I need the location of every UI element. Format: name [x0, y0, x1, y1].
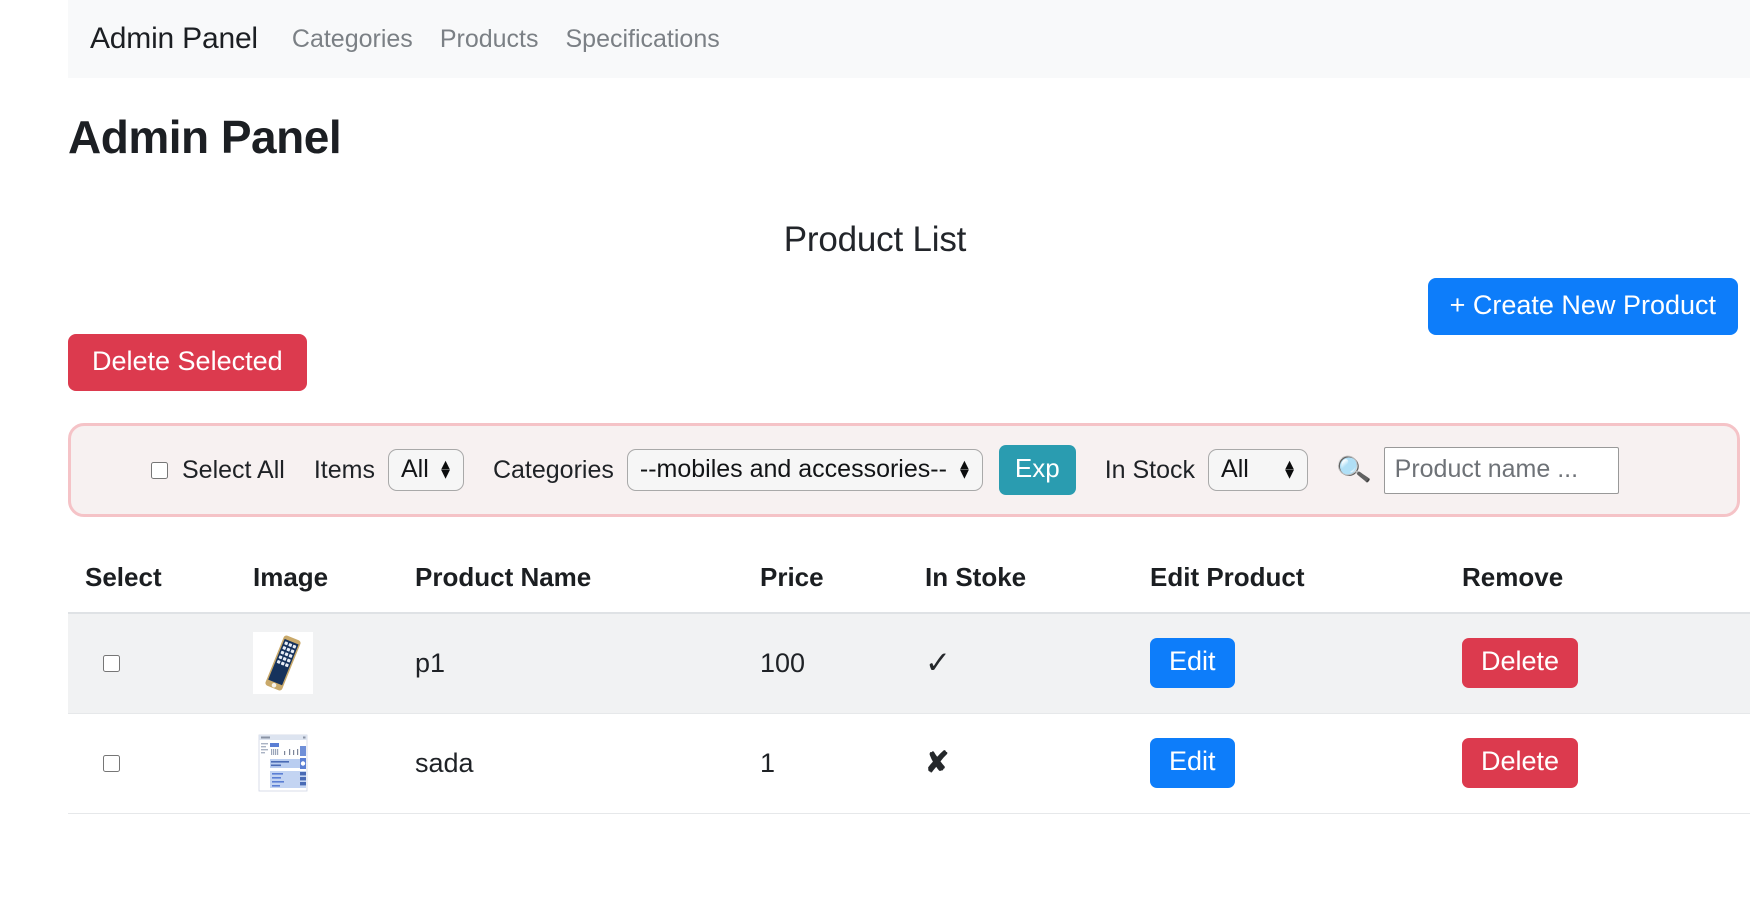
- smartphone-thumbnail-icon: [253, 632, 313, 695]
- navbar-brand[interactable]: Admin Panel: [90, 22, 258, 56]
- create-new-product-button[interactable]: + Create New Product: [1427, 278, 1738, 336]
- check-icon: ✓: [925, 644, 951, 680]
- nav-link-specifications[interactable]: Specifications: [565, 25, 719, 54]
- navbar-links: Categories Products Specifications: [292, 25, 720, 54]
- row-image-cell: [253, 613, 415, 714]
- column-header-remove: Remove: [1462, 546, 1750, 614]
- row-select-checkbox[interactable]: [103, 654, 120, 672]
- product-table: Select Image Product Name Price In Stoke…: [68, 546, 1750, 814]
- page-body: Admin Panel Product List + Create New Pr…: [0, 78, 1750, 910]
- search-icon: 🔍: [1335, 452, 1373, 488]
- nav-link-categories[interactable]: Categories: [292, 25, 413, 54]
- items-select[interactable]: All: [387, 449, 464, 491]
- nav-link-products[interactable]: Products: [440, 25, 539, 54]
- row-select-cell: [68, 613, 253, 714]
- edit-product-button[interactable]: Edit: [1150, 737, 1235, 789]
- row-price: 100: [760, 613, 925, 714]
- column-header-price: Price: [760, 546, 925, 614]
- row-remove-cell: Delete: [1462, 713, 1750, 814]
- row-image-cell: [253, 713, 415, 814]
- row-edit-cell: Edit: [1150, 713, 1462, 814]
- row-price: 1: [760, 713, 925, 814]
- table-row: sada 1 ✘ Edit Delete: [68, 713, 1750, 814]
- cross-icon: ✘: [925, 746, 950, 779]
- delete-product-button[interactable]: Delete: [1462, 737, 1579, 789]
- delete-selected-button[interactable]: Delete Selected: [68, 334, 307, 392]
- categories-select-wrapper: --mobiles and accessories-- ▲ ▼: [626, 449, 983, 491]
- select-all-label: Select All: [182, 455, 285, 484]
- delete-product-button[interactable]: Delete: [1462, 638, 1579, 689]
- screenshot-thumbnail-icon: [253, 732, 313, 794]
- items-select-wrapper: All ▲ ▼: [387, 449, 464, 491]
- column-header-product-name: Product Name: [415, 546, 760, 614]
- column-header-edit-product: Edit Product: [1150, 546, 1462, 614]
- table-header-row: Select Image Product Name Price In Stoke…: [68, 546, 1750, 614]
- table-head: Select Image Product Name Price In Stoke…: [68, 546, 1750, 614]
- in-stock-label: In Stock: [1104, 455, 1196, 484]
- column-header-select: Select: [68, 546, 253, 614]
- table-row: p1 100 ✓ Edit Delete: [68, 613, 1750, 714]
- select-all-checkbox[interactable]: [151, 461, 168, 479]
- row-select-cell: [68, 713, 253, 814]
- row-select-checkbox[interactable]: [103, 754, 120, 772]
- page-title: Admin Panel: [68, 111, 342, 163]
- edit-product-button[interactable]: Edit: [1150, 638, 1235, 689]
- categories-select[interactable]: --mobiles and accessories--: [626, 449, 983, 491]
- row-edit-cell: Edit: [1150, 613, 1462, 714]
- row-in-stock-cell: ✓: [925, 613, 1150, 714]
- categories-label: Categories: [492, 455, 614, 484]
- items-label: Items: [313, 455, 375, 484]
- filter-bar: Select All Items All ▲ ▼ Categories --mob…: [68, 423, 1740, 517]
- row-in-stock-cell: ✘: [925, 713, 1150, 814]
- in-stock-select[interactable]: All: [1208, 449, 1309, 491]
- export-button[interactable]: Exp: [998, 445, 1076, 495]
- in-stock-select-wrapper: All ▲ ▼: [1208, 449, 1309, 491]
- table-body: p1 100 ✓ Edit Delete sada 1 ✘ Edit Delet…: [68, 613, 1750, 814]
- top-navbar: Admin Panel Categories Products Specific…: [68, 0, 1750, 78]
- column-header-image: Image: [253, 546, 415, 614]
- column-header-in-stoke: In Stoke: [925, 546, 1150, 614]
- search-input[interactable]: [1383, 446, 1619, 494]
- row-remove-cell: Delete: [1462, 613, 1750, 714]
- product-list-heading: Product List: [783, 220, 967, 259]
- row-product-name: sada: [415, 713, 760, 814]
- row-product-name: p1: [415, 613, 760, 714]
